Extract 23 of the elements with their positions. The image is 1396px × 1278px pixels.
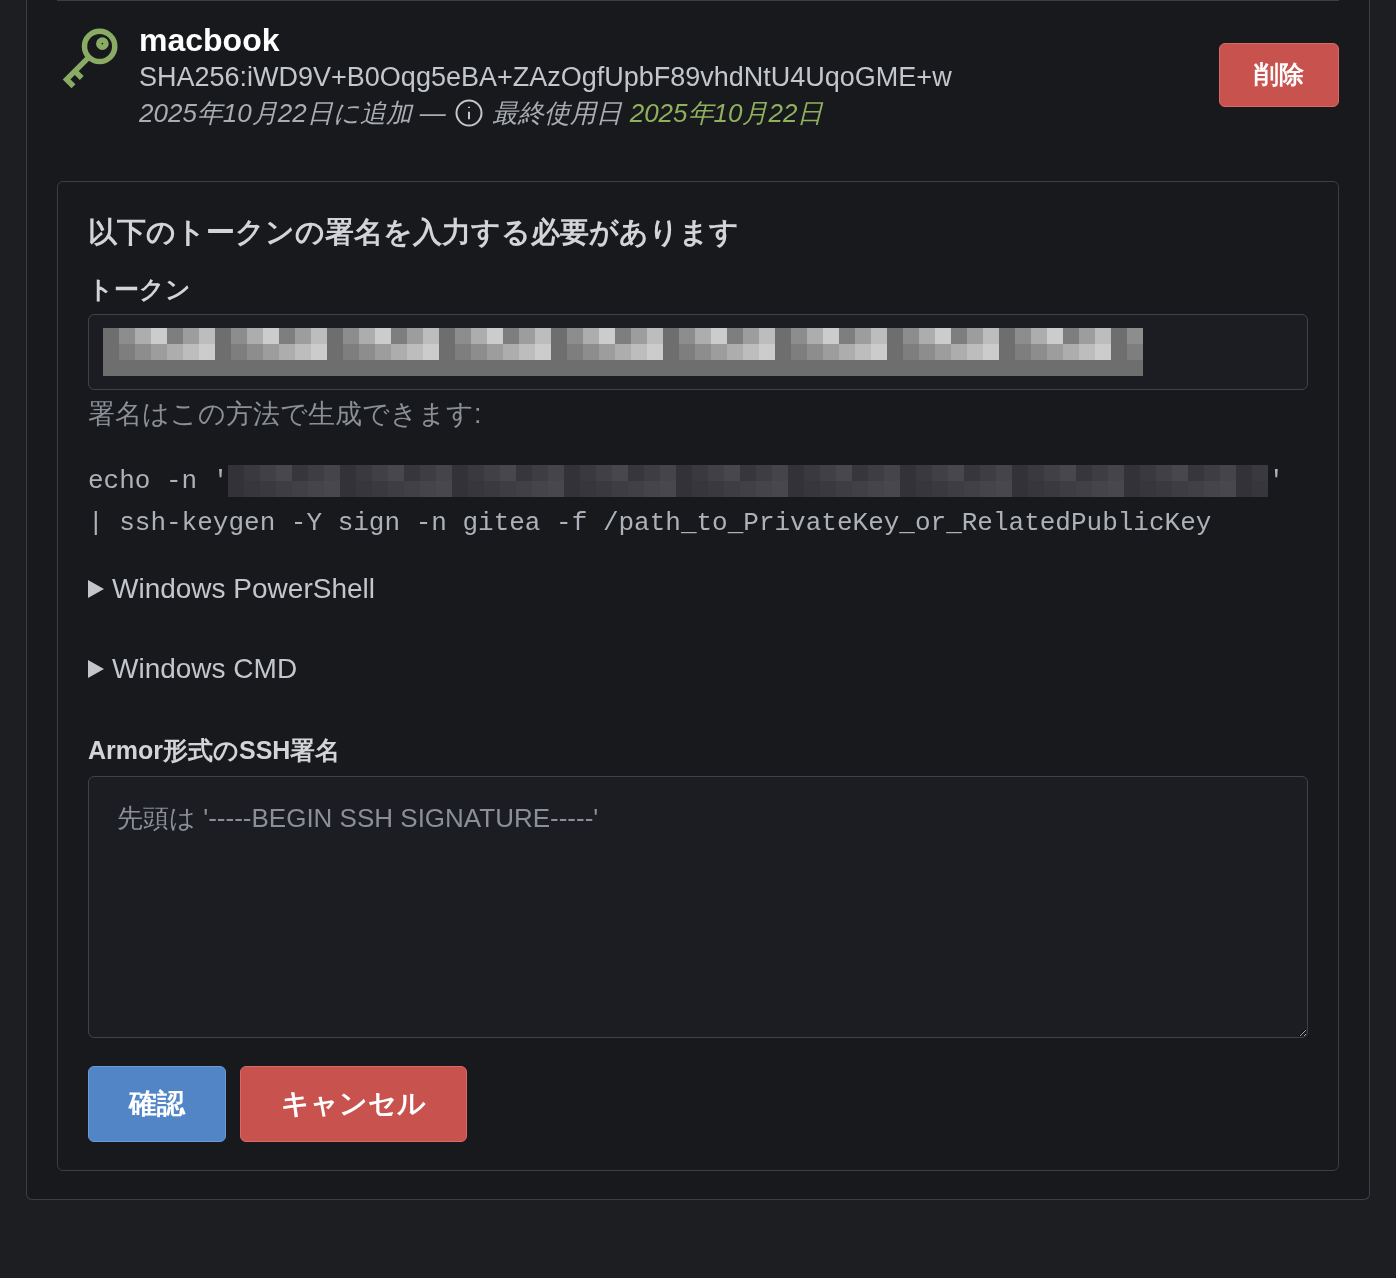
command-text: echo -n ' [88,465,229,498]
verify-title: 以下のトークンの署名を入力する必要があります [88,215,740,250]
triangle-icon [88,580,104,598]
confirm-button[interactable]: 確認 [88,1066,226,1142]
last-used-date: 2025年10月22日 [629,97,824,130]
info-icon [453,98,484,128]
key-name: macbook [139,21,281,59]
delete-button[interactable]: 削除 [1219,43,1339,107]
last-used-label: 最終使用日 [491,97,622,130]
details-toggle[interactable]: Windows PowerShell [88,568,1308,610]
details-toggle[interactable]: Windows CMD [88,648,1308,690]
command-text: | ssh-keygen -Y sign -n gitea -f /path_to_PrivateKey_or_RelatedPublicKey [88,507,1213,540]
added-date: 2025年10月22日に追加 [139,97,412,130]
signature-field[interactable]: 先頭は '-----BEGIN SSH SIGNATURE-----' [88,776,1308,1038]
token-label: トークン [88,274,192,305]
triangle-icon [88,660,104,678]
token-field[interactable] [88,314,1308,390]
signature-label: Armor形式のSSH署名 [88,735,342,766]
cancel-button[interactable]: キャンセル [240,1066,467,1142]
separator: — [419,97,446,130]
hint-text: 署名はこの方法で生成できます: [88,398,483,431]
command-text: ' [1268,465,1285,498]
key-fingerprint: SHA256:iWD9V+B0Oqg5eBA+ZAzOgfUpbF89vhdNtU4UqoGME+w [139,61,953,94]
